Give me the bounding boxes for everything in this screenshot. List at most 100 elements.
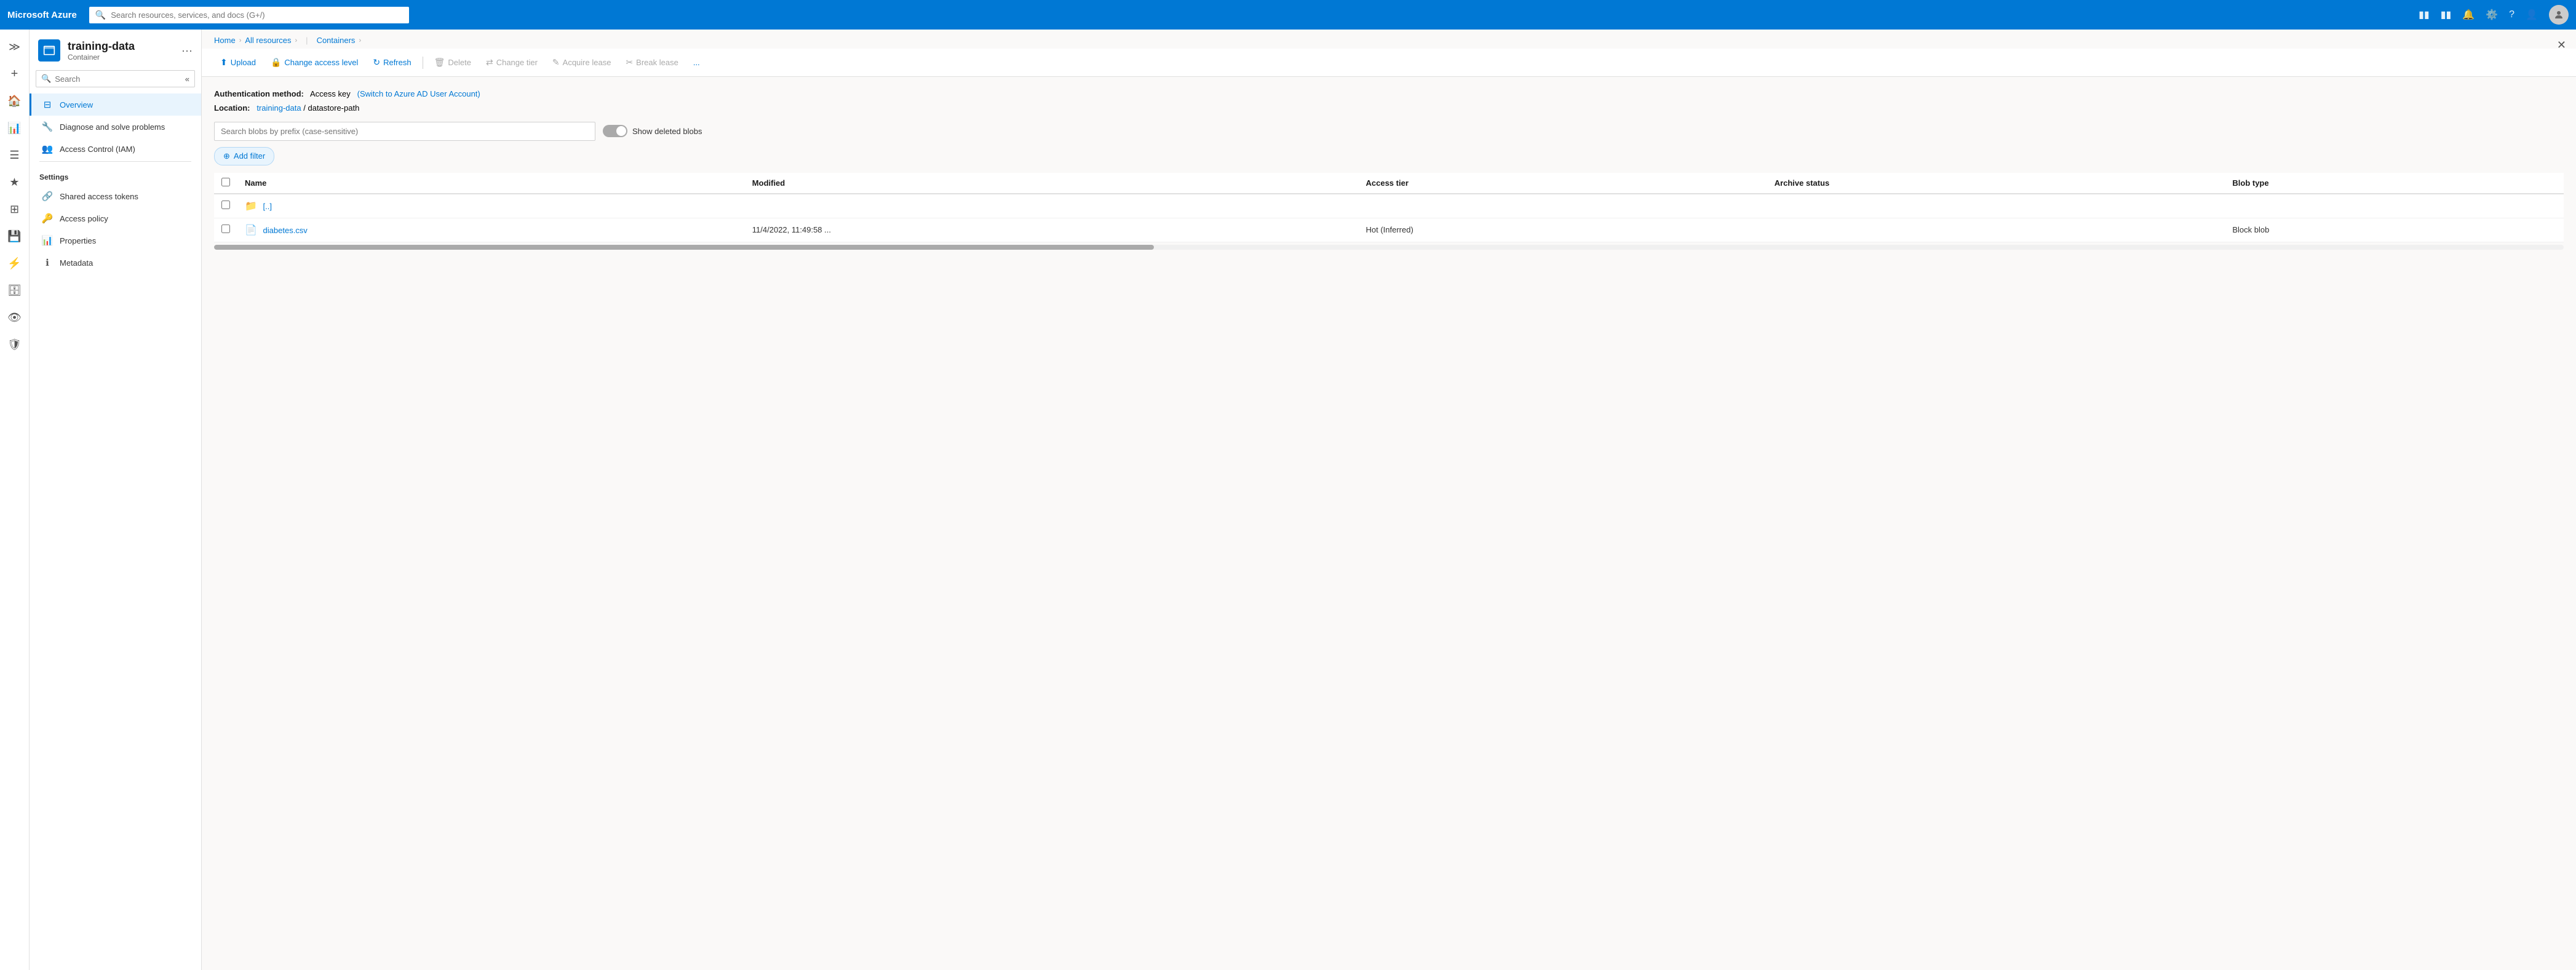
delete-button[interactable]: 🗑 Delete [428, 54, 477, 71]
more-options-icon[interactable]: ··· [181, 44, 193, 57]
feedback-icon[interactable]: ▮▮ [2441, 9, 2452, 21]
nav-item-overview[interactable]: ⊟ Overview [30, 93, 201, 116]
switch-auth-link[interactable]: (Switch to Azure AD User Account) [357, 89, 480, 98]
break-lease-label: Break lease [636, 58, 678, 67]
breadcrumb-sep-2: › [295, 37, 298, 44]
break-lease-button[interactable]: ✂ Break lease [619, 54, 684, 71]
scrollbar-thumb[interactable] [214, 245, 1154, 250]
row-archive-status-cell [1767, 194, 2225, 218]
blob-table-body: 📁 [..] 📄 [214, 194, 2564, 242]
rail-favorites[interactable]: ★ [2, 170, 27, 194]
more-button[interactable]: ... [687, 54, 706, 71]
acquire-lease-button[interactable]: ✎ Acquire lease [546, 54, 618, 71]
file-name-link[interactable]: [..] [263, 202, 272, 211]
row-checkbox[interactable] [221, 225, 230, 233]
rail-menu[interactable]: ☰ [2, 143, 27, 167]
global-search-bar[interactable]: 🔍 [89, 7, 409, 23]
auth-method-value: Access key [310, 89, 351, 98]
location-account-link[interactable]: training-data [256, 103, 301, 113]
close-button[interactable]: ✕ [2557, 39, 2566, 50]
upload-label: Upload [231, 58, 256, 67]
nav-item-shared-access[interactable]: 🔗 Shared access tokens [30, 185, 201, 207]
breadcrumb-home[interactable]: Home [214, 36, 236, 45]
rail-bolt[interactable]: ⚡ [2, 251, 27, 276]
user-avatar[interactable] [2549, 5, 2569, 25]
add-filter-button[interactable]: ⊕ Add filter [214, 147, 274, 165]
horizontal-scrollbar[interactable] [214, 245, 2564, 250]
show-deleted-label: Show deleted blobs [632, 127, 702, 136]
content-inner: Authentication method: Access key (Switc… [202, 77, 2576, 970]
rail-expand[interactable]: ≫ [2, 34, 27, 59]
access-policy-icon: 🔑 [41, 213, 54, 224]
rail-add[interactable]: + [2, 62, 27, 86]
refresh-label: Refresh [383, 58, 411, 67]
row-access-tier-cell: Hot (Inferred) [1359, 218, 1767, 242]
rail-shield[interactable]: 🛡 [2, 332, 27, 357]
rail-data[interactable]: 💾 [2, 224, 27, 248]
side-search-input[interactable] [55, 74, 181, 84]
add-filter-icon: ⊕ [223, 151, 230, 161]
select-all-checkbox[interactable] [221, 178, 230, 186]
breadcrumb-all-resources[interactable]: All resources [245, 36, 291, 45]
nav-item-iam-label: Access Control (IAM) [60, 145, 135, 154]
metadata-icon: ℹ [41, 257, 54, 268]
blob-table-header: Name Modified Access tier Archive status… [214, 173, 2564, 194]
properties-icon: 📊 [41, 235, 54, 246]
show-deleted-toggle[interactable] [603, 125, 627, 137]
rail-eye[interactable]: 👁 [2, 305, 27, 330]
blob-search-row: Show deleted blobs [214, 122, 2564, 141]
change-tier-icon: ⇄ [486, 57, 493, 68]
change-tier-label: Change tier [496, 58, 538, 67]
nav-item-overview-label: Overview [60, 100, 93, 109]
rail-sql[interactable]: 🗄 [2, 278, 27, 303]
nav-item-access-policy[interactable]: 🔑 Access policy [30, 207, 201, 229]
show-deleted-toggle-row: Show deleted blobs [603, 125, 702, 137]
blob-table: Name Modified Access tier Archive status… [214, 173, 2564, 242]
row-archive-status-cell [1767, 218, 2225, 242]
row-checkbox[interactable] [221, 201, 230, 209]
auth-method-row: Authentication method: Access key (Switc… [214, 87, 2564, 101]
toolbar: ⬆ Upload 🔒 Change access level ↻ Refresh… [202, 49, 2576, 77]
brand-name: Microsoft Azure [7, 10, 77, 20]
delete-label: Delete [448, 58, 471, 67]
settings-icon[interactable]: ⚙️ [2486, 9, 2498, 21]
bell-icon[interactable]: 🔔 [2462, 9, 2475, 21]
global-search-input[interactable] [111, 10, 403, 20]
breadcrumb-containers[interactable]: Containers [317, 36, 356, 45]
help-icon[interactable]: ? [2509, 9, 2514, 20]
resource-header: training-data Container ··· [30, 30, 201, 66]
side-search-bar[interactable]: 🔍 « [36, 70, 195, 87]
rail-dashboard[interactable]: 📊 [2, 116, 27, 140]
search-icon: 🔍 [95, 10, 106, 20]
nav-item-metadata-label: Metadata [60, 258, 93, 268]
nav-item-properties[interactable]: 📊 Properties [30, 229, 201, 252]
file-name-link[interactable]: diabetes.csv [263, 226, 308, 235]
nav-item-iam[interactable]: 👥 Access Control (IAM) [30, 138, 201, 160]
add-filter-label: Add filter [234, 151, 265, 161]
breadcrumb-sep-3: › [359, 37, 361, 44]
collapse-icon[interactable]: « [185, 74, 189, 84]
resource-name: training-data [68, 40, 135, 53]
rail-home[interactable]: 🏠 [2, 89, 27, 113]
rail-services[interactable]: ⊞ [2, 197, 27, 221]
nav-item-diagnose[interactable]: 🔧 Diagnose and solve problems [30, 116, 201, 138]
nav-item-metadata[interactable]: ℹ Metadata [30, 252, 201, 274]
lock-icon: 🔒 [271, 57, 281, 68]
breadcrumb-sep-1: › [239, 37, 242, 44]
content-area: Home › All resources › | Containers › ✕ … [202, 30, 2576, 970]
change-access-level-button[interactable]: 🔒 Change access level [264, 54, 364, 71]
row-blob-type-cell: Block blob [2225, 218, 2564, 242]
row-name-cell: 📄 diabetes.csv [237, 218, 745, 242]
more-label: ... [693, 58, 700, 67]
account-menu-icon[interactable]: 👤 [2526, 9, 2538, 21]
nav-divider-settings [39, 161, 191, 162]
terminal-icon[interactable]: ▮▮ [2419, 9, 2430, 21]
delete-icon: 🗑 [434, 57, 445, 68]
row-checkbox-cell [214, 218, 237, 242]
change-tier-button[interactable]: ⇄ Change tier [480, 54, 544, 71]
refresh-button[interactable]: ↻ Refresh [367, 54, 417, 71]
blob-search-input[interactable] [214, 122, 595, 141]
icon-rail: ≫ + 🏠 📊 ☰ ★ ⊞ 💾 ⚡ 🗄 👁 🛡 [0, 30, 30, 970]
upload-button[interactable]: ⬆ Upload [214, 54, 262, 71]
diagnose-icon: 🔧 [41, 121, 54, 132]
